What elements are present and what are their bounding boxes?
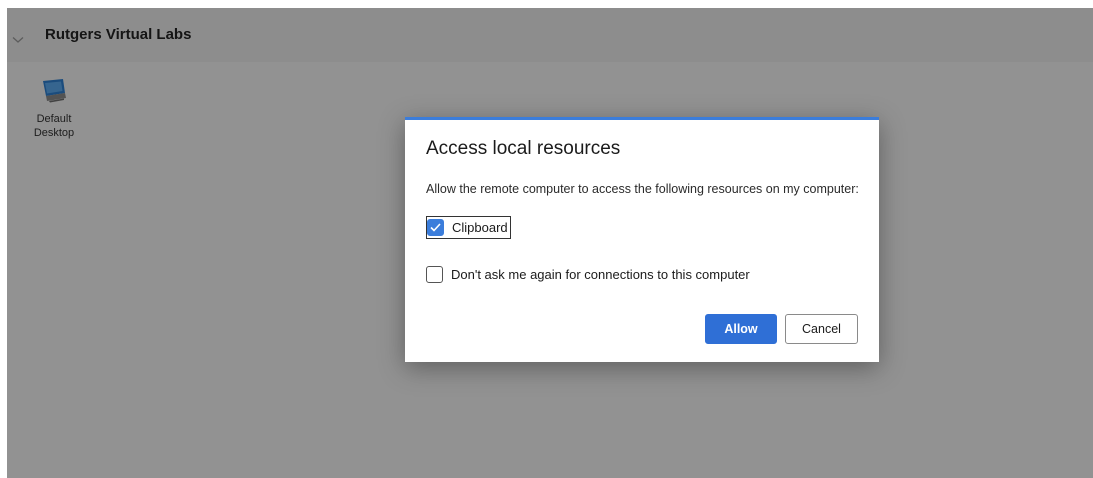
cancel-button[interactable]: Cancel <box>785 314 858 344</box>
dont-ask-again-option[interactable]: Don't ask me again for connections to th… <box>426 266 750 283</box>
access-local-resources-dialog: Access local resources Allow the remote … <box>405 117 879 362</box>
clipboard-checkbox[interactable] <box>427 219 444 236</box>
dialog-title: Access local resources <box>426 138 621 159</box>
allow-button[interactable]: Allow <box>705 314 777 344</box>
clipboard-label: Clipboard <box>452 220 508 235</box>
dialog-description: Allow the remote computer to access the … <box>426 182 859 196</box>
dont-ask-again-checkbox[interactable] <box>426 266 443 283</box>
clipboard-option[interactable]: Clipboard <box>426 216 511 239</box>
checkmark-icon <box>430 223 441 232</box>
dont-ask-again-label: Don't ask me again for connections to th… <box>451 267 750 282</box>
